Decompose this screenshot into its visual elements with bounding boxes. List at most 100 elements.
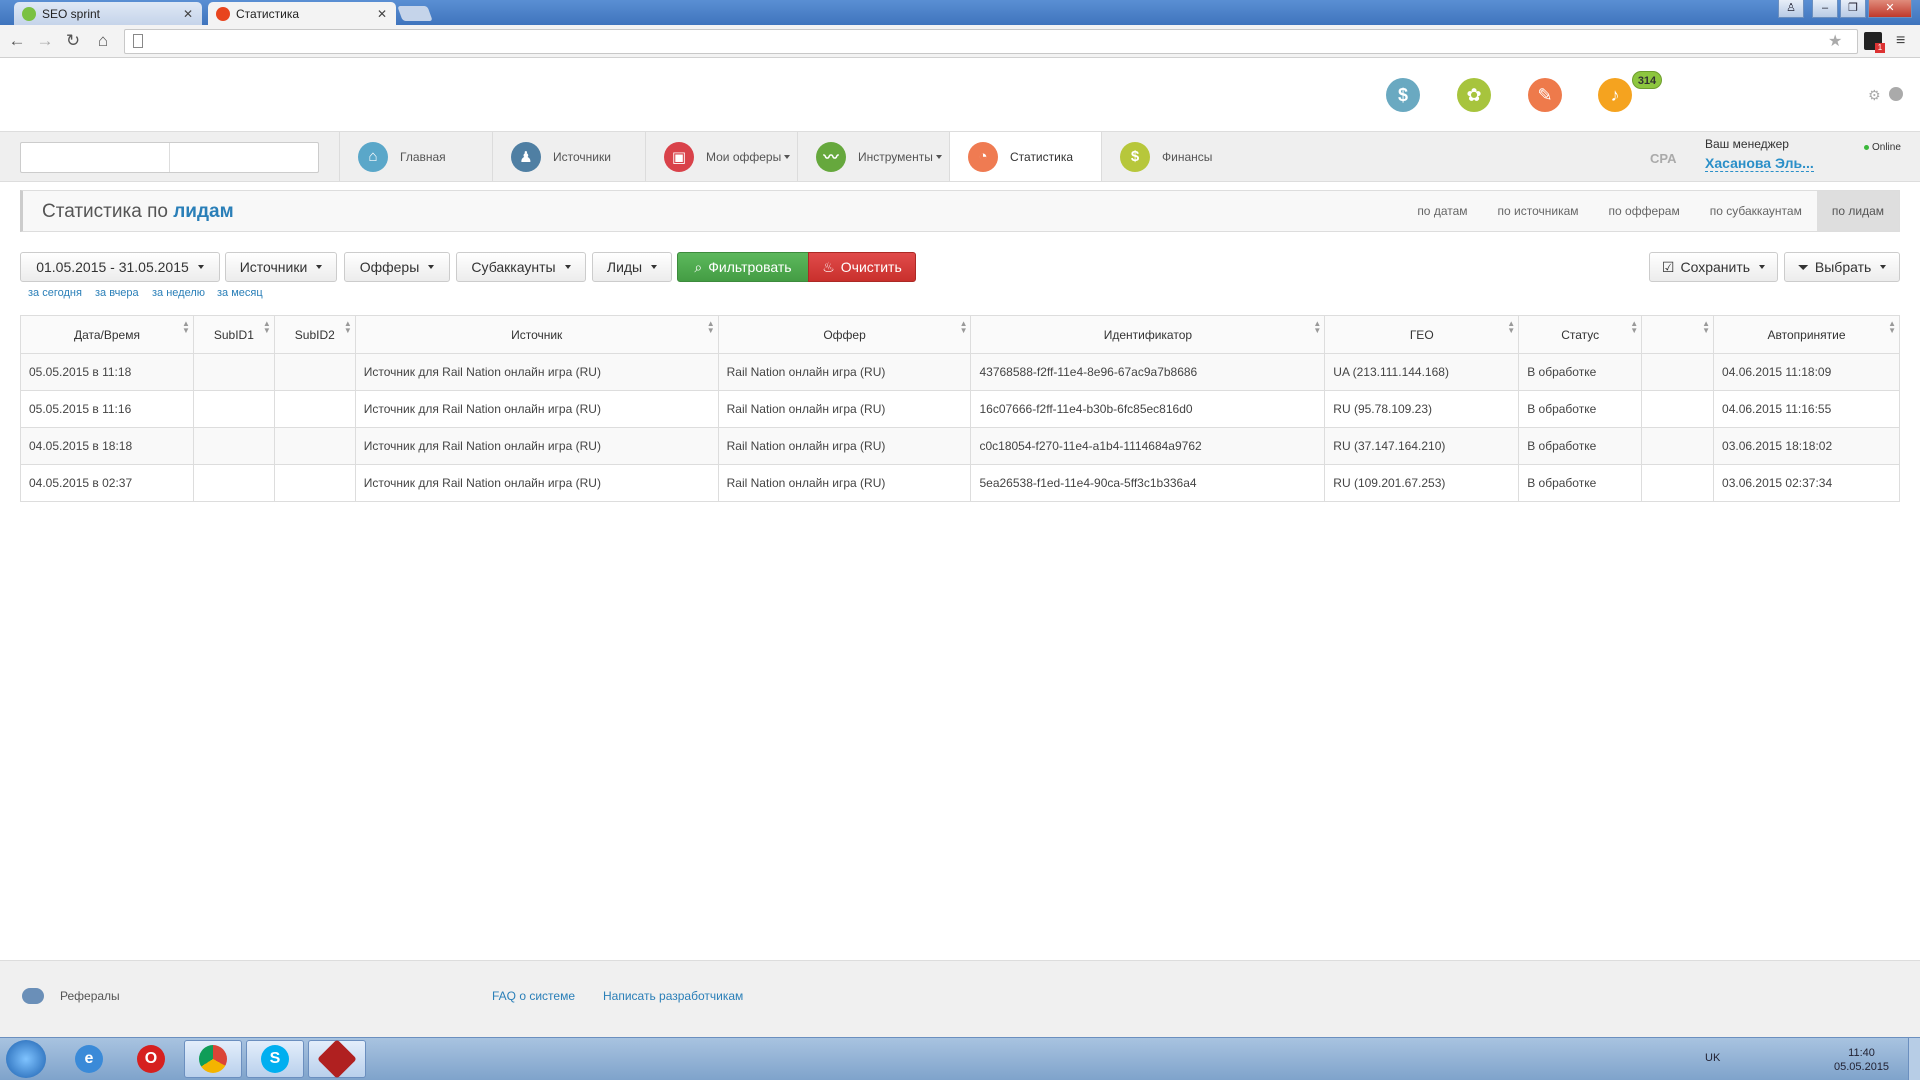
logout-icon[interactable] [1889, 87, 1903, 101]
search-icon: ⌕ [694, 258, 703, 275]
chevron-down-icon [784, 154, 791, 159]
extension-badge: 1 [1875, 43, 1885, 53]
table-cell [273, 353, 356, 391]
menu-icon[interactable]: ≡ [1896, 32, 1905, 50]
language-indicator[interactable]: UK [1705, 1052, 1720, 1064]
notifications-badge: 314 [1632, 71, 1662, 89]
table-row: 04.05.2015 в 18:18 Источник для Rail Nati… [20, 427, 1900, 465]
address-bar[interactable] [124, 29, 1858, 54]
extension-icon[interactable]: 1 [1864, 32, 1885, 53]
save-dropdown[interactable]: ☑ Сохранить [1649, 252, 1778, 282]
quick-yesterday-link[interactable]: за вчера [95, 287, 139, 299]
browser-toolbar: ← → ↻ ⌂ ★ 1 ≡ [0, 25, 1920, 58]
column-header[interactable]: SubID1 ▲ ▼ [192, 315, 275, 354]
restore-button[interactable]: ❐ [1840, 0, 1866, 18]
nav-item-sources[interactable]: ♟ Источники [492, 132, 645, 181]
quick-today-link[interactable]: за сегодня [28, 287, 82, 299]
close-window-button[interactable]: ✕ [1868, 0, 1912, 18]
offers-label: Офферы [359, 259, 420, 275]
new-tab-button[interactable] [397, 6, 433, 21]
nav-item-statistics[interactable]: ◔ Статистика [949, 132, 1101, 181]
internet-explorer-icon[interactable]: e [60, 1040, 118, 1078]
support-ring-icon[interactable]: ✿ [1457, 78, 1491, 112]
column-header[interactable]: Идентификатор ▲ ▼ [970, 315, 1326, 354]
write-developers-link[interactable]: Написать разработчикам [603, 989, 743, 1003]
bookmark-star-icon[interactable]: ★ [1828, 31, 1842, 51]
column-header[interactable]: Дата/Время ▲ ▼ [20, 315, 194, 354]
column-header[interactable]: ГЕО ▲ ▼ [1324, 315, 1520, 354]
subtab-4[interactable]: по лидам [1816, 191, 1899, 231]
sort-icon: ▲ ▼ [1702, 319, 1711, 335]
nav-item-label: Статистика [1010, 149, 1074, 164]
leads-label: Лиды [606, 259, 643, 275]
app-icon[interactable] [308, 1039, 366, 1079]
column-header[interactable]: SubID2 ▲ ▼ [273, 315, 356, 354]
subaccounts-dropdown[interactable]: Субаккаунты [456, 252, 586, 282]
home-icon[interactable]: ⌂ [92, 31, 114, 51]
table-cell: c0c18054-f270-11e4-a1b4-1114684a9762 [970, 427, 1326, 465]
select-dropdown[interactable]: ⏷ Выбрать [1784, 252, 1900, 282]
sort-icon: ▲ ▼ [1630, 319, 1639, 335]
filter-button[interactable]: ⌕ Фильтровать [677, 252, 809, 282]
faq-link[interactable]: FAQ о системе [492, 989, 575, 1003]
nav-item-tools[interactable]: 〰 Инструменты [797, 132, 949, 181]
back-icon[interactable]: ← [6, 31, 28, 51]
online-status: Online [1864, 142, 1901, 153]
table-cell [192, 427, 275, 465]
table-cell: 43768588-f2ff-11e4-8e96-67ac9a7b8686 [970, 353, 1326, 391]
column-header[interactable]: ▲ ▼ [1641, 315, 1715, 354]
quick-week-link[interactable]: за неделю [152, 287, 205, 299]
close-tab-icon[interactable]: ✕ [182, 7, 194, 21]
system-clock[interactable]: 11:40 05.05.2015 [1834, 1046, 1889, 1074]
start-button-icon[interactable] [6, 1040, 46, 1078]
nav-item-finance[interactable]: $ Финансы [1101, 132, 1253, 181]
forward-icon[interactable]: → [34, 31, 56, 51]
column-header[interactable]: Статус ▲ ▼ [1518, 315, 1643, 354]
manager-name-link[interactable]: Хасанова Эль... [1705, 155, 1814, 172]
offers-dropdown[interactable]: Офферы [344, 252, 450, 282]
skype-icon[interactable]: S [246, 1040, 304, 1078]
leads-dropdown[interactable]: Лиды [592, 252, 672, 282]
browser-tab-seo-sprint[interactable]: SEO sprint ✕ [14, 2, 202, 25]
date-range-dropdown[interactable]: 01.05.2015 - 31.05.2015 [20, 252, 220, 282]
table-cell: Источник для Rail Nation онлайн игра (RU… [354, 353, 719, 391]
table-cell: Источник для Rail Nation онлайн игра (RU… [354, 464, 719, 502]
minimize-button[interactable]: – [1812, 0, 1838, 18]
quick-month-link[interactable]: за месяц [217, 287, 263, 299]
ticket-icon[interactable]: ✎ [1528, 78, 1562, 112]
seo-sprint-favicon-icon [22, 6, 36, 21]
show-desktop-button[interactable] [1908, 1038, 1920, 1080]
browser-tab-statistics[interactable]: Статистика ✕ [208, 2, 396, 25]
nav-item-offers[interactable]: ▣ Мои офферы [645, 132, 797, 181]
nav-item-home[interactable]: ⌂ Главная [339, 132, 492, 181]
subtab-2[interactable]: по офферам [1594, 191, 1695, 231]
page-title-prefix: Статистика по [42, 201, 168, 222]
reload-icon[interactable]: ↻ [62, 31, 84, 51]
account-switcher[interactable] [20, 142, 319, 173]
column-header-label: Оффер [823, 327, 866, 342]
opera-icon[interactable]: O [122, 1040, 180, 1078]
column-header[interactable]: Автопринятие ▲ ▼ [1713, 315, 1900, 354]
subtab-1[interactable]: по источникам [1483, 191, 1594, 231]
profile-icon[interactable]: ♙ [1778, 0, 1804, 18]
close-tab-icon[interactable]: ✕ [376, 7, 388, 21]
table-cell: В обработке [1518, 464, 1643, 502]
subtab-3[interactable]: по субаккаунтам [1695, 191, 1817, 231]
column-header-label: Автопринятие [1767, 327, 1846, 342]
dollar-icon[interactable]: $ [1386, 78, 1420, 112]
bell-icon[interactable]: ♪ [1598, 78, 1632, 112]
tab-title: Статистика [236, 6, 300, 21]
referrals-link[interactable]: Рефералы [60, 989, 120, 1003]
sources-dropdown[interactable]: Источники [225, 252, 337, 282]
page-title-bar: Статистика по лидам по датам по источника… [20, 190, 1900, 232]
nav-item-label: Мои офферы [706, 149, 782, 164]
window-controls: ♙ – ❐ ✕ [1778, 0, 1912, 18]
chrome-icon[interactable] [184, 1040, 242, 1078]
sort-icon: ▲ ▼ [181, 319, 190, 335]
clear-button[interactable]: ♨ Очистить [808, 252, 916, 282]
check-icon: ☑ [1661, 258, 1675, 275]
column-header[interactable]: Оффер ▲ ▼ [717, 315, 972, 354]
column-header[interactable]: Источник ▲ ▼ [354, 315, 719, 354]
subtab-0[interactable]: по датам [1402, 191, 1482, 231]
gear-icon[interactable]: ⚙ [1868, 87, 1881, 104]
